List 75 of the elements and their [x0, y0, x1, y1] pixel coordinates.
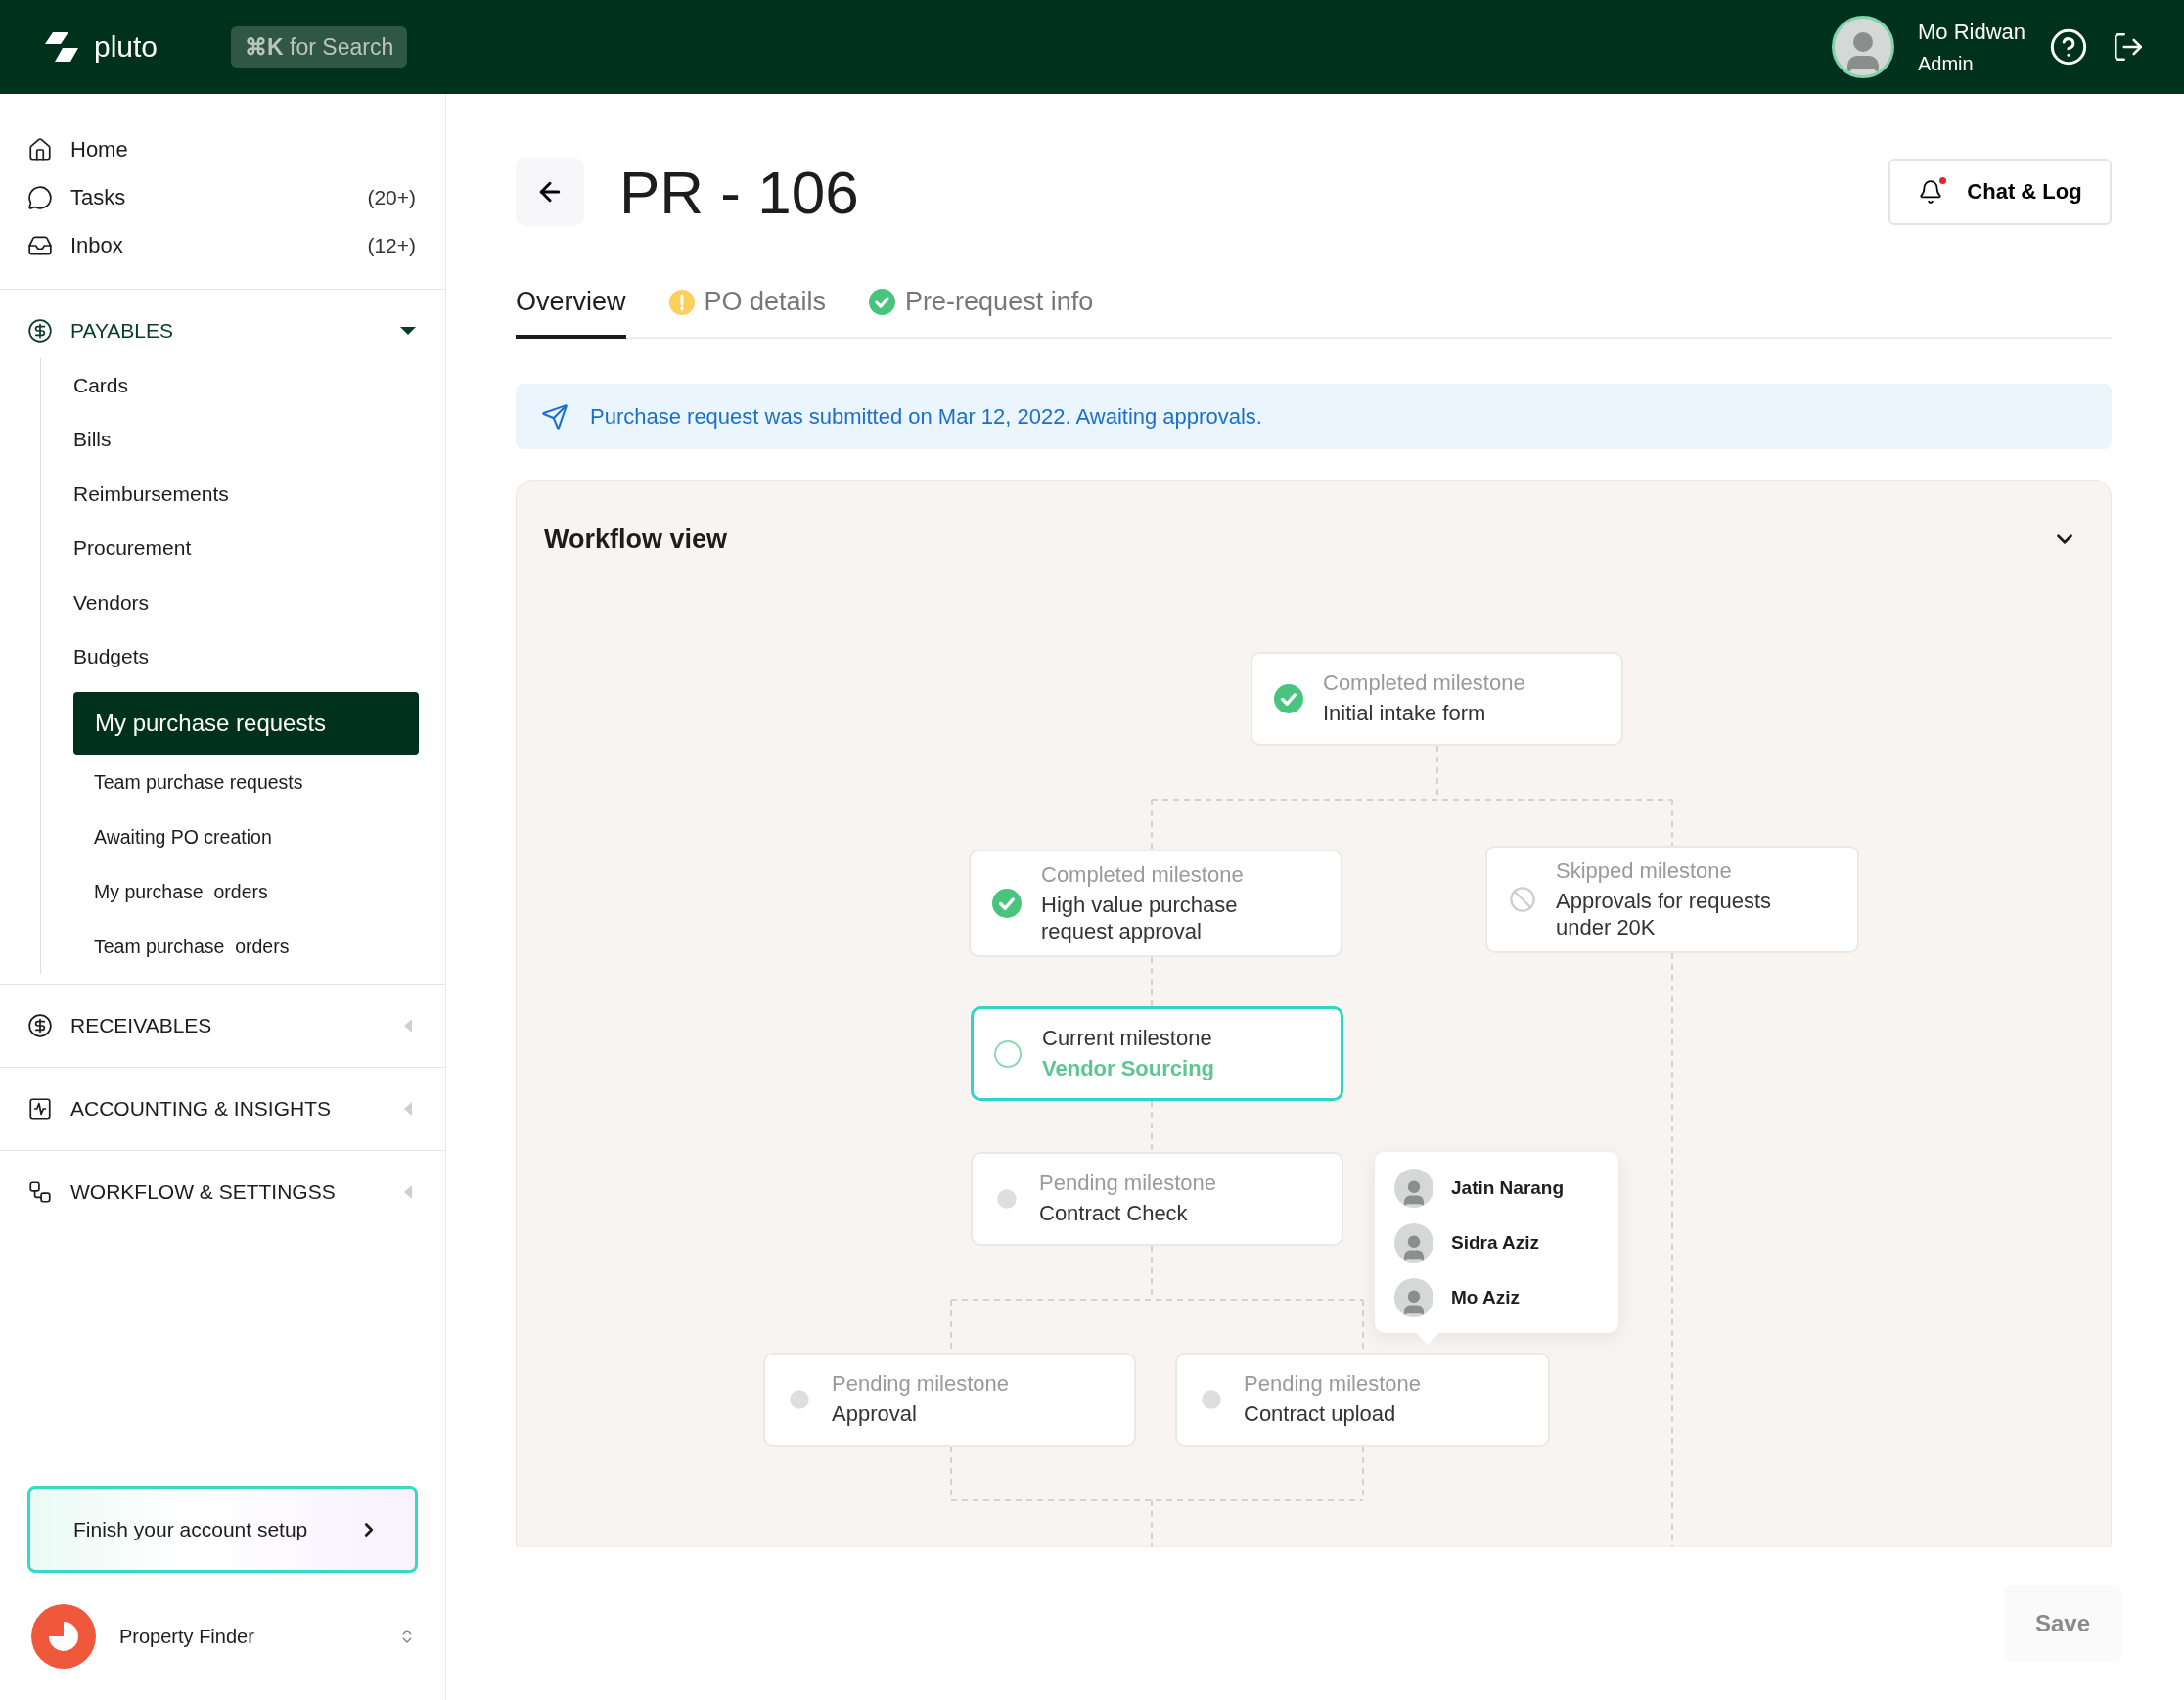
accounting-icon: [27, 1096, 53, 1122]
milestone-card[interactable]: Completed milestone High value purchase request approval: [969, 850, 1342, 957]
menu-item[interactable]: My purchase requests: [73, 692, 419, 755]
milestone-name: Approvals for requests under 20K: [1556, 887, 1773, 942]
milestone-status: Current milestone: [1042, 1025, 1213, 1051]
receivables-icon: [27, 1013, 53, 1038]
search-field[interactable]: ⌘K for Search: [231, 26, 408, 68]
back-button[interactable]: [516, 158, 584, 226]
panel-title: Workflow view: [544, 524, 728, 555]
home-icon: [27, 136, 53, 162]
tab[interactable]: Overview: [516, 287, 626, 339]
count-label: (12+): [367, 233, 416, 257]
org-name: Property Finder: [119, 1625, 255, 1648]
submenu-item[interactable]: Team purchase requests: [94, 755, 419, 809]
approver-avatar: [1394, 1168, 1433, 1208]
help-icon[interactable]: [2049, 27, 2088, 67]
payables-icon: [27, 318, 53, 344]
menu-item[interactable]: Vendors: [73, 575, 419, 630]
milestone-name: Initial intake form: [1323, 700, 1487, 727]
check-circle-icon: [869, 289, 896, 315]
page-title: PR - 106: [619, 157, 860, 227]
section-header[interactable]: PAYABLES: [0, 303, 445, 358]
approver-name: Sidra Aziz: [1451, 1231, 1540, 1254]
milestone-status: Pending milestone: [1039, 1171, 1217, 1197]
milestone-card[interactable]: Skipped milestone Approvals for requests under 20K: [1485, 846, 1859, 953]
menu-item[interactable]: Budgets: [73, 629, 419, 684]
approver-avatar: [1394, 1277, 1433, 1317]
milestone-card[interactable]: Pending milestone Contract upload: [1175, 1353, 1550, 1447]
workflow-icon: [27, 1179, 53, 1205]
milestone-card[interactable]: Current milestone Vendor Sourcing: [971, 1006, 1343, 1101]
approver-avatar: [1394, 1222, 1433, 1263]
menu-item[interactable]: Cards: [73, 358, 419, 413]
warning-icon: [668, 289, 695, 315]
milestone-name: Contract Check: [1039, 1200, 1189, 1227]
logo-icon: [43, 32, 80, 62]
menu-item[interactable]: Reimbursements: [73, 467, 419, 522]
banner-text: Purchase request was submitted on Mar 12, 2022. Awaiting approvals.: [590, 403, 1262, 430]
logo-text: pluto: [94, 30, 159, 64]
section-header[interactable]: RECEIVABLES: [0, 998, 445, 1053]
milestone-status: Completed milestone: [1323, 670, 1526, 697]
submenu-item[interactable]: My purchase orders: [94, 864, 419, 919]
milestone-name: Contract upload: [1244, 1401, 1397, 1428]
tab[interactable]: Pre-request info: [869, 287, 1094, 339]
submenu-item[interactable]: Team purchase orders: [94, 919, 419, 974]
nav-item[interactable]: Inbox (12+): [0, 221, 445, 269]
menu-item[interactable]: Bills: [73, 412, 419, 467]
approver-name: Mo Aziz: [1451, 1286, 1520, 1309]
tasks-icon: [27, 184, 53, 210]
submenu-item[interactable]: Awaiting PO creation: [94, 809, 419, 864]
milestone-card[interactable]: Pending milestone Approval: [763, 1353, 1136, 1447]
connector-line: [1151, 956, 1153, 1007]
connector-line: [1151, 1100, 1153, 1153]
tab[interactable]: PO details: [668, 287, 827, 339]
logout-icon[interactable]: [2112, 30, 2145, 64]
section-header[interactable]: ACCOUNTING & INSIGHTS: [0, 1081, 445, 1136]
count-label: (20+): [367, 185, 416, 209]
user-name: Mo Ridwan: [1917, 19, 2025, 45]
nav-item[interactable]: Home: [0, 125, 445, 173]
section-header[interactable]: WORKFLOW & SETTINGSS: [0, 1165, 445, 1219]
milestone-status: Completed milestone: [1041, 861, 1245, 888]
milestone-name: Approval: [832, 1401, 918, 1428]
user-role: Admin: [1917, 52, 1975, 75]
account-setup-button[interactable]: Finish your account setup: [27, 1486, 418, 1573]
menu-item[interactable]: Procurement: [73, 521, 419, 575]
chat-log-button[interactable]: Chat & Log: [1888, 159, 2112, 225]
send-icon: [541, 402, 569, 431]
milestone-name: Vendor Sourcing: [1042, 1054, 1216, 1082]
milestone-status: Skipped milestone: [1556, 857, 1733, 884]
nav-item[interactable]: Tasks (20+): [0, 173, 445, 221]
milestone-card[interactable]: Pending milestone Contract Check: [971, 1152, 1343, 1246]
milestone-status: Pending milestone: [1244, 1371, 1422, 1398]
milestone-card[interactable]: Completed milestone Initial intake form: [1251, 652, 1623, 746]
approver-name: Jatin Narang: [1451, 1176, 1565, 1199]
milestone-status: Pending milestone: [832, 1371, 1010, 1398]
milestone-name: High value purchase request approval: [1041, 891, 1239, 945]
